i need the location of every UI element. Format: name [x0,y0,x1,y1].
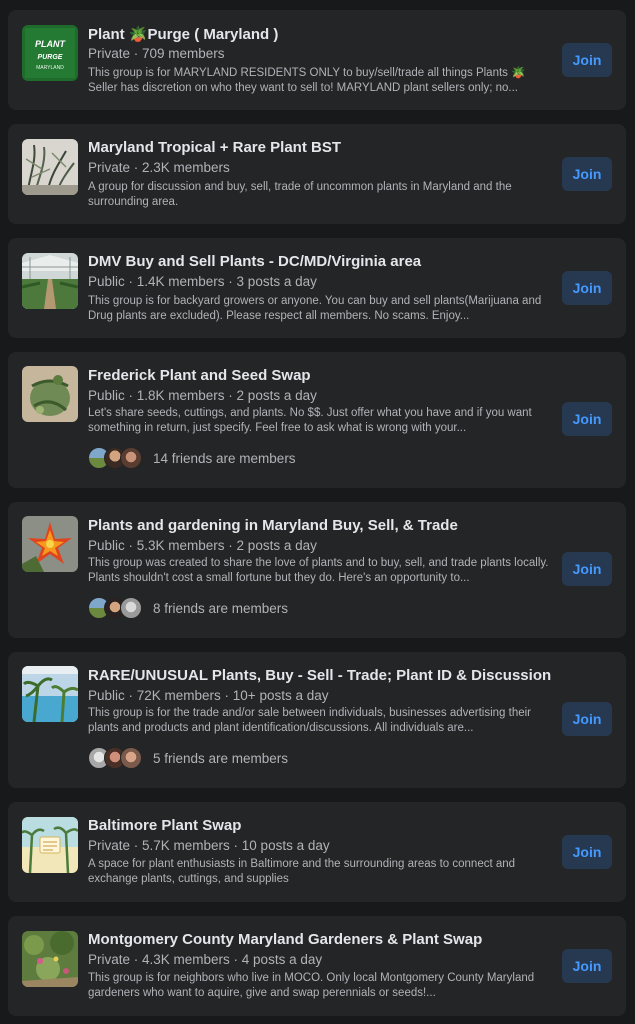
group-meta: Public · 1.4K members · 3 posts a day [88,274,317,289]
group-title[interactable]: Plants and gardening in Maryland Buy, Se… [88,517,558,534]
group-meta: Private · 4.3K members · 4 posts a day [88,952,323,967]
friends-members[interactable]: 5 friends are members [88,746,288,770]
group-meta: Public · 72K members · 10+ posts a day [88,688,329,703]
group-meta: Private · 709 members [88,46,225,61]
join-button[interactable]: Join [562,835,612,869]
avatar [120,447,142,469]
group-description: This group is for backyard growers or an… [88,295,542,322]
friend-avatars [88,447,142,469]
group-description: Let's share seeds, cuttings, and plants.… [88,407,532,434]
svg-text:PURGE: PURGE [38,54,63,61]
group-card[interactable]: Montgomery County Maryland Gardeners & P… [8,916,626,1016]
avatar [120,747,142,769]
join-button[interactable]: Join [562,43,612,77]
group-meta: Private · 5.7K members · 10 posts a day [88,838,330,853]
group-description: This group was created to share the love… [88,557,549,584]
friends-count-text[interactable]: 14 friends are members [153,451,296,466]
friends-count-text[interactable]: 8 friends are members [153,601,288,616]
group-thumbnail [22,666,78,722]
group-meta: Public · 5.3K members · 2 posts a day [88,538,317,553]
join-button[interactable]: Join [562,402,612,436]
group-card[interactable]: Frederick Plant and Seed Swap Public · 1… [8,352,626,488]
group-title[interactable]: Plant 🪴Purge ( Maryland ) [88,25,558,43]
svg-text:MARYLAND: MARYLAND [36,65,64,71]
friend-avatars [88,597,142,619]
group-description: This group is for the trade and/or sale … [88,707,531,734]
friends-members[interactable]: 8 friends are members [88,596,288,620]
group-meta: Private · 2.3K members [88,160,230,175]
join-button[interactable]: Join [562,157,612,191]
join-button[interactable]: Join [562,552,612,586]
group-thumbnail [22,366,78,422]
join-button[interactable]: Join [562,702,612,736]
group-thumbnail: PLANT PURGE MARYLAND [22,25,78,81]
group-meta: Public · 1.8K members · 2 posts a day [88,388,317,403]
group-card[interactable]: RARE/UNUSUAL Plants, Buy - Sell - Trade;… [8,652,626,788]
group-thumbnail [22,516,78,572]
group-description: A space for plant enthusiasts in Baltimo… [88,858,516,885]
group-description: This group is for neighbors who live in … [88,972,535,999]
group-thumbnail [22,139,78,195]
friends-count-text[interactable]: 5 friends are members [153,751,288,766]
group-title[interactable]: Baltimore Plant Swap [88,817,558,834]
group-title[interactable]: Maryland Tropical + Rare Plant BST [88,139,558,156]
group-card[interactable]: Baltimore Plant Swap Private · 5.7K memb… [8,802,626,902]
group-description: A group for discussion and buy, sell, tr… [88,181,512,208]
join-button[interactable]: Join [562,949,612,983]
group-title[interactable]: Montgomery County Maryland Gardeners & P… [88,931,558,948]
avatar [120,597,142,619]
group-thumbnail [22,931,78,987]
group-card[interactable]: Plants and gardening in Maryland Buy, Se… [8,502,626,638]
group-description: This group is for MARYLAND RESIDENTS ONL… [88,67,526,94]
group-title[interactable]: DMV Buy and Sell Plants - DC/MD/Virginia… [88,253,558,270]
group-thumbnail [22,253,78,309]
group-title[interactable]: Frederick Plant and Seed Swap [88,367,558,384]
friends-members[interactable]: 14 friends are members [88,446,296,470]
group-thumbnail [22,817,78,873]
group-card[interactable]: Maryland Tropical + Rare Plant BST Priva… [8,124,626,224]
group-card[interactable]: DMV Buy and Sell Plants - DC/MD/Virginia… [8,238,626,338]
group-title[interactable]: RARE/UNUSUAL Plants, Buy - Sell - Trade;… [88,667,558,684]
group-card[interactable]: PLANT PURGE MARYLAND Plant 🪴Purge ( Mary… [8,10,626,110]
join-button[interactable]: Join [562,271,612,305]
friend-avatars [88,747,142,769]
svg-text:PLANT: PLANT [35,39,66,49]
